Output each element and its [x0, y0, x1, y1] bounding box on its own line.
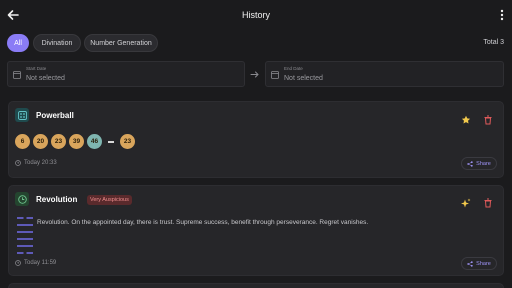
app-bar: History	[0, 0, 512, 31]
filter-chip-all[interactable]: All	[7, 34, 29, 52]
calendar-icon	[271, 71, 279, 79]
share-icon	[467, 260, 473, 267]
clock-icon	[15, 160, 21, 166]
total-count: Total 3	[483, 39, 504, 46]
more-vertical-icon[interactable]	[500, 9, 504, 21]
number-ball: 23	[51, 134, 66, 149]
number-ball: 6	[15, 134, 30, 149]
status-badge: Very Auspicious	[87, 195, 132, 205]
timestamp: Today 20:33	[15, 160, 57, 166]
history-card-revolution[interactable]: Revolution Very Auspicious Revolution. O…	[8, 185, 504, 276]
filter-chip-divination[interactable]: Divination	[33, 34, 81, 52]
start-date-field[interactable]: Start Date Not selected	[7, 61, 245, 87]
card-description: Revolution. On the appointed day, there …	[37, 219, 369, 226]
timestamp-text: Today 20:33	[24, 160, 57, 166]
share-label: Share	[476, 160, 491, 167]
share-label: Share	[476, 260, 491, 267]
share-icon	[467, 160, 473, 167]
delete-icon[interactable]	[483, 115, 493, 125]
share-button[interactable]: Share	[461, 157, 497, 170]
end-date-value: Not selected	[284, 75, 323, 82]
timestamp: Today 11:59	[15, 260, 56, 266]
start-date-value: Not selected	[26, 75, 65, 82]
delete-icon[interactable]	[483, 198, 493, 208]
calendar-icon	[13, 71, 21, 79]
history-card-partial[interactable]	[8, 283, 504, 288]
filter-bar: All Divination Number Generation Total 3	[0, 31, 512, 55]
end-date-field[interactable]: End Date Not selected	[265, 61, 504, 87]
number-ball: 39	[69, 134, 84, 149]
clock-icon	[15, 260, 21, 266]
hexagram-icon	[17, 217, 33, 259]
card-title: Powerball	[36, 111, 74, 120]
timestamp-text: Today 11:59	[24, 260, 57, 266]
share-button[interactable]: Share	[461, 257, 497, 270]
start-date-label: Start Date	[26, 66, 47, 71]
date-range: Start Date Not selected End Date Not sel…	[0, 56, 512, 92]
page-title: History	[241, 10, 270, 20]
sparkle-icon[interactable]	[461, 198, 471, 208]
separator-dash	[108, 141, 114, 143]
number-ball: 20	[33, 134, 48, 149]
end-date-label: End Date	[284, 66, 303, 71]
bonus-ball: 23	[120, 134, 135, 149]
star-icon[interactable]	[461, 115, 471, 125]
dice-icon	[15, 108, 29, 122]
number-ball: 46	[87, 134, 102, 149]
clock-icon	[15, 192, 29, 206]
filter-chip-number-generation[interactable]: Number Generation	[84, 34, 158, 52]
arrow-right-icon	[250, 71, 259, 78]
history-card-powerball[interactable]: Powerball 6 20 23 39 46 23 Today 20:33 S…	[8, 101, 504, 178]
card-title: Revolution	[36, 195, 78, 204]
